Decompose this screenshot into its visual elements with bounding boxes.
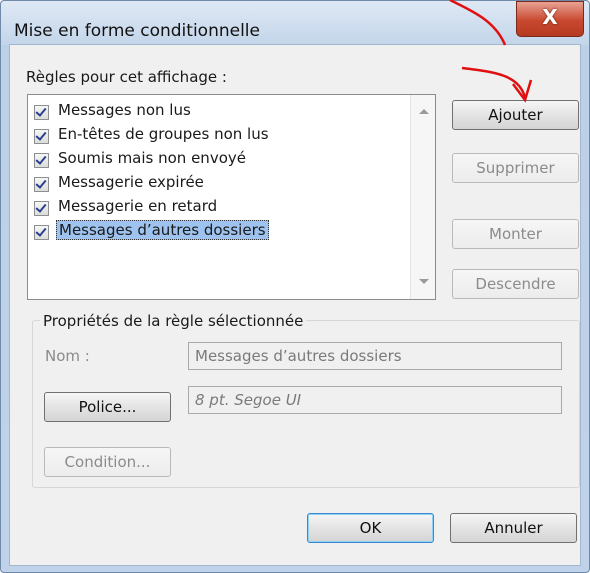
annotation-arrow-icon [449, 0, 533, 103]
